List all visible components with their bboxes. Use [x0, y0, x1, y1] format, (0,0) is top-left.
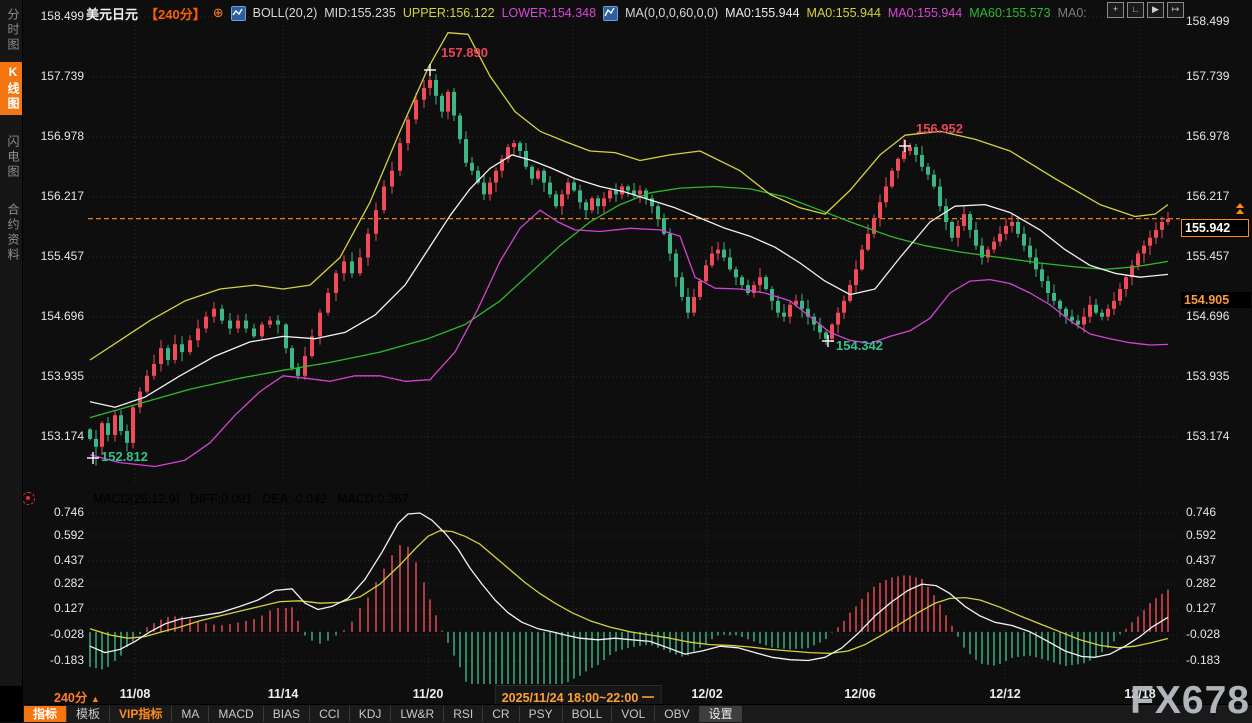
macd-header: MACD(26,12,9) DIFF:0.091 DEA:-0.042 MACD…	[93, 492, 409, 506]
macd-axis-label-right: -0.183	[1186, 653, 1248, 667]
bottom-left-corner	[0, 686, 22, 722]
left-sidebar: 分时图 K线图闪电图合约资料	[0, 0, 23, 722]
macd-axis-label-right: 0.127	[1186, 601, 1248, 615]
date-label-12/12: 12/12	[989, 687, 1020, 701]
ma-indicator-icon[interactable]	[603, 6, 618, 21]
macd-axis-label-left: 0.127	[24, 601, 84, 615]
macd-axis-label-right: 0.437	[1186, 553, 1248, 567]
symbol-name: 美元日元	[86, 4, 138, 23]
toolbar-item-设置[interactable]: 设置	[699, 706, 742, 722]
ma0-yellow-value: MA0:155.944	[807, 6, 881, 20]
expand-panel-icon[interactable]: ↦	[1167, 2, 1184, 18]
price-axis-label-left: 156.978	[24, 129, 84, 143]
price-axis-label-left: 155.457	[24, 249, 84, 263]
price-axis-label-right: 154.696	[1186, 309, 1248, 323]
date-label-12/06: 12/06	[844, 687, 875, 701]
price-axis-label-left: 158.499	[24, 9, 84, 23]
macd-axis-label-left: 0.437	[24, 553, 84, 567]
boll-label: BOLL(20,2)	[253, 6, 318, 20]
toolbar-item-CCI[interactable]: CCI	[309, 706, 349, 722]
ma0-white-value: MA0:155.944	[725, 6, 799, 20]
macd-axis-label-left: -0.183	[24, 653, 84, 667]
toolbar-item-VOL[interactable]: VOL	[611, 706, 654, 722]
macd-axis-label-left: 0.592	[24, 528, 84, 542]
date-label-11/08: 11/08	[120, 687, 151, 701]
price-axis-label-left: 153.174	[24, 429, 84, 443]
macd-axis-label-left: 0.746	[24, 505, 84, 519]
macd-axis-label-left: -0.028	[24, 627, 84, 641]
ma60-value: MA60:155.573	[969, 6, 1050, 20]
toolbar-item-指标[interactable]: 指标	[24, 706, 66, 722]
fx678-watermark: FX678	[1130, 682, 1250, 720]
toolbar-item-CR[interactable]: CR	[482, 706, 518, 722]
toolbar-item-LW&R[interactable]: LW&R	[390, 706, 443, 722]
sidebar-item-合约资料[interactable]: 合约资料	[0, 200, 22, 266]
secondary-price-tag: 154.905	[1181, 292, 1251, 308]
price-axis-label-right: 156.978	[1186, 129, 1248, 143]
toolbar-item-MACD[interactable]: MACD	[208, 706, 262, 722]
boll-indicator-icon[interactable]	[231, 6, 246, 21]
chart-canvas[interactable]	[0, 0, 1252, 722]
price-axis-label-left: 153.935	[24, 369, 84, 383]
macd-axis-label-right: 0.746	[1186, 505, 1248, 519]
price-annotation: 157.890	[441, 45, 488, 60]
price-axis-label-left: 156.217	[24, 189, 84, 203]
date-label-12/02: 12/02	[691, 687, 722, 701]
macd-axis-label-right: 0.592	[1186, 528, 1248, 542]
price-axis-label-right: 157.739	[1186, 69, 1248, 83]
price-axis-label-left: 157.739	[24, 69, 84, 83]
price-axis-label-right: 156.217	[1186, 189, 1248, 203]
chart-tool-icons: +∟▶↦	[1107, 2, 1184, 18]
chart-header: 美元日元 【240分】 ⊕ BOLL(20,2) MID:155.235 UPP…	[86, 4, 1087, 22]
price-annotation: 152.812	[101, 449, 148, 464]
macd-diff-value: DIFF:0.091	[190, 492, 253, 506]
boll-lower-value: LOWER:154.348	[502, 6, 597, 20]
toolbar-item-MA[interactable]: MA	[171, 706, 208, 722]
date-label-11/14: 11/14	[268, 687, 299, 701]
toolbar-item-BIAS[interactable]: BIAS	[263, 706, 309, 722]
price-axis-label-right: 155.457	[1186, 249, 1248, 263]
toolbar-item-PSY[interactable]: PSY	[519, 706, 562, 722]
macd-label: MACD(26,12,9)	[93, 492, 180, 506]
macd-axis-label-right: -0.028	[1186, 627, 1248, 641]
sidebar-item-K线图[interactable]: K线图	[0, 62, 22, 115]
ma0-gray-value: MA0:	[1058, 6, 1087, 20]
period-arrow-icon: ▲	[91, 694, 100, 704]
macd-axis-label-left: 0.282	[24, 576, 84, 590]
ma-label: MA(0,0,0,60,0,0)	[625, 6, 718, 20]
price-axis-label-left: 154.696	[24, 309, 84, 323]
trading-app-window: 分时图 K线图闪电图合约资料 美元日元 【240分】 ⊕ BOLL(20,2) M…	[0, 0, 1252, 722]
sidebar-item-分时图[interactable]: 分时图	[0, 5, 22, 56]
zoom-axis-icon[interactable]: ∟	[1127, 2, 1144, 18]
price-axis-label-right: 153.174	[1186, 429, 1248, 443]
toolbar-item-模板[interactable]: 模板	[66, 706, 109, 722]
indicator-window-icon[interactable]: ▶	[1147, 2, 1164, 18]
toolbar-item-OBV[interactable]: OBV	[654, 706, 698, 722]
macd-axis-label-right: 0.282	[1186, 576, 1248, 590]
toolbar-item-KDJ[interactable]: KDJ	[349, 706, 391, 722]
sidebar-item-闪电图[interactable]: 闪电图	[0, 132, 22, 183]
ma0-magenta-value: MA0:155.944	[888, 6, 962, 20]
boll-mid-value: MID:155.235	[324, 6, 396, 20]
period-label[interactable]: 【240分】	[145, 4, 206, 23]
current-price-tag: 155.942	[1181, 219, 1249, 237]
toolbar-item-BOLL[interactable]: BOLL	[562, 706, 612, 722]
bottom-toolbar: 指标模板VIP指标MAMACDBIASCCIKDJLW&RRSICRPSYBOL…	[22, 704, 1252, 723]
date-axis: 240分 ▲ 11/0811/1411/2012/0212/0612/1212/…	[22, 686, 1252, 704]
macd-dea-value: DEA:-0.042	[262, 492, 327, 506]
price-annotation: 154.342	[836, 338, 883, 353]
crosshair-icon[interactable]: +	[1107, 2, 1124, 18]
record-dot-icon[interactable]	[22, 492, 35, 505]
add-icon[interactable]: ⊕	[213, 5, 224, 21]
price-axis-label-right: 153.935	[1186, 369, 1248, 383]
toolbar-item-RSI[interactable]: RSI	[443, 706, 482, 722]
price-marker-icon	[1236, 203, 1244, 215]
macd-macd-value: MACD:0.267	[337, 492, 409, 506]
boll-upper-value: UPPER:156.122	[403, 6, 495, 20]
date-label-11/20: 11/20	[413, 687, 444, 701]
toolbar-item-VIP指标[interactable]: VIP指标	[109, 706, 171, 722]
price-axis-label-right: 158.499	[1186, 14, 1248, 28]
price-annotation: 156.952	[916, 121, 963, 136]
